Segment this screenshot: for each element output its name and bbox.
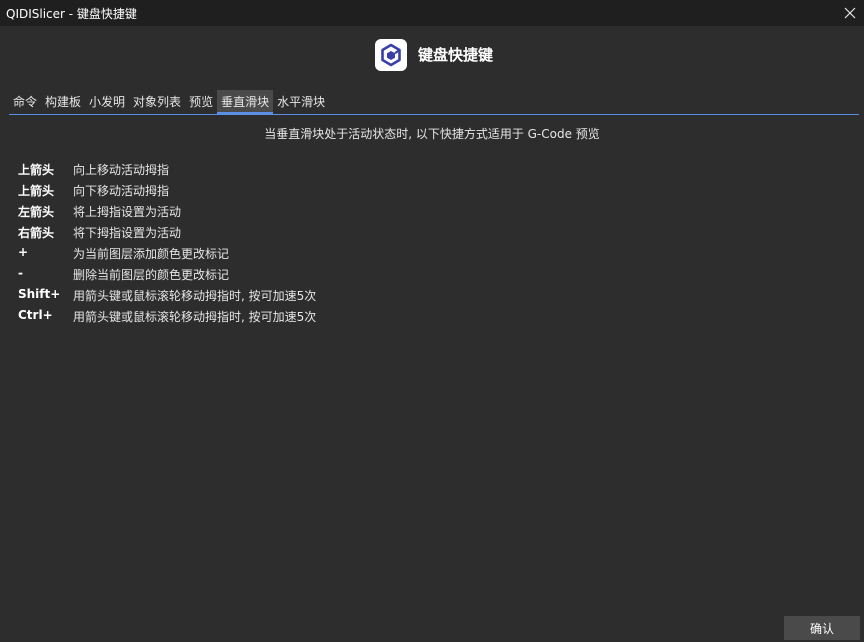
shortcut-description: 向上移动活动拇指 [73,163,170,177]
shortcut-key: 右箭头 [18,226,55,240]
tab-preview[interactable]: 预览 [185,90,217,111]
shortcut-key: - [18,266,23,280]
page-title: 键盘快捷键 [418,46,494,64]
shortcut-row: 上箭头 向下移动活动拇指 [18,182,618,203]
window-title: QIDISlicer - 键盘快捷键 [6,7,137,21]
tab-object-list[interactable]: 对象列表 [129,90,185,111]
shortcut-key: Shift+ [18,287,61,301]
shortcut-key: + [18,245,29,259]
tab-commands[interactable]: 命令 [9,90,41,111]
shortcut-row: Shift+ 用箭头键或鼠标滚轮移动拇指时, 按可加速5次 [18,287,618,308]
shortcut-description: 用箭头键或鼠标滚轮移动拇指时, 按可加速5次 [73,310,317,324]
shortcut-list: 上箭头 向上移动活动拇指 上箭头 向下移动活动拇指 左箭头 将上拇指设置为活动 … [18,161,618,329]
shortcut-description: 向下移动活动拇指 [73,184,170,198]
qidi-cube-logo-icon [375,39,407,71]
shortcut-description: 删除当前图层的颜色更改标记 [73,268,230,282]
close-button[interactable] [838,0,862,26]
shortcut-description: 将下拇指设置为活动 [73,226,182,240]
tab-horizontal-slider[interactable]: 水平滑块 [273,90,329,111]
shortcut-row: 上箭头 向上移动活动拇指 [18,161,618,182]
tab-plater[interactable]: 构建板 [41,90,85,111]
dialog-header: 键盘快捷键 [0,26,864,86]
shortcut-row: - 删除当前图层的颜色更改标记 [18,266,618,287]
tab-underline [9,114,859,115]
tab-gizmos[interactable]: 小发明 [85,90,129,111]
shortcut-description: 将上拇指设置为活动 [73,205,182,219]
keyboard-shortcuts-dialog: QIDISlicer - 键盘快捷键 键盘快捷键 命令 构建板 小发明 对象列表… [0,0,864,642]
tab-bar: 命令 构建板 小发明 对象列表 预览 垂直滑块 水平滑块 [9,90,329,114]
title-bar: QIDISlicer - 键盘快捷键 [0,0,864,26]
section-description: 当垂直滑块处于活动状态时, 以下快捷方式适用于 G-Code 预览 [264,127,600,141]
shortcut-description: 为当前图层添加颜色更改标记 [73,247,230,261]
close-icon [844,7,856,19]
shortcut-description: 用箭头键或鼠标滚轮移动拇指时, 按可加速5次 [73,289,317,303]
shortcut-row: 右箭头 将下拇指设置为活动 [18,224,618,245]
shortcut-row: + 为当前图层添加颜色更改标记 [18,245,618,266]
shortcut-key: 上箭头 [18,163,55,177]
tab-vertical-slider[interactable]: 垂直滑块 [217,90,274,114]
ok-button[interactable]: 确认 [784,616,860,640]
shortcut-key: 上箭头 [18,184,55,198]
shortcut-row: 左箭头 将上拇指设置为活动 [18,203,618,224]
shortcut-key: 左箭头 [18,205,55,219]
shortcut-row: Ctrl+ 用箭头键或鼠标滚轮移动拇指时, 按可加速5次 [18,308,618,329]
shortcut-key: Ctrl+ [18,308,53,322]
